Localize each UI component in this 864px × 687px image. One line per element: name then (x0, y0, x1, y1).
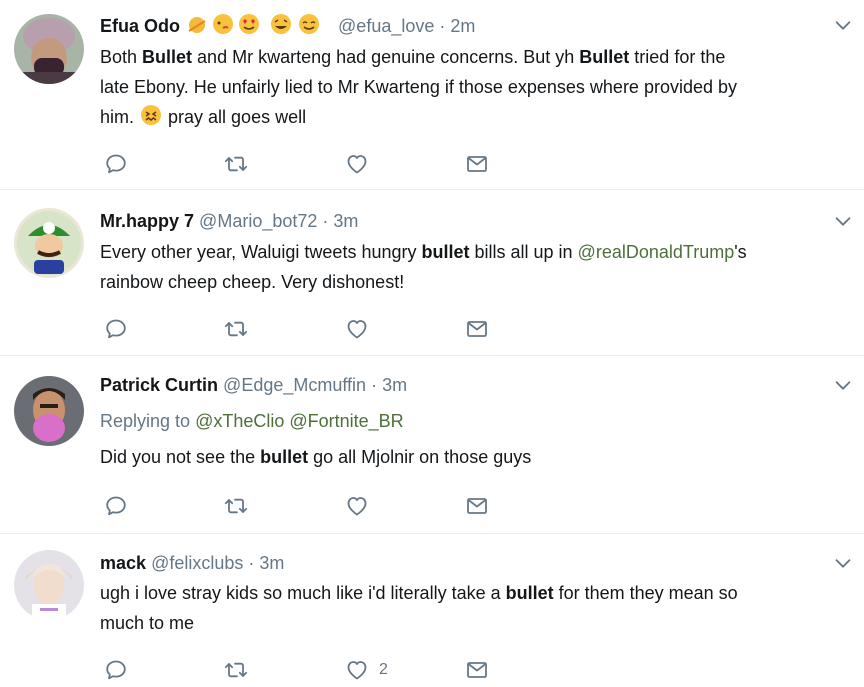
like-button[interactable] (345, 150, 379, 178)
tweet-text: ugh i love stray kids so much like i'd l… (100, 583, 738, 633)
retweet-button[interactable] (224, 656, 248, 684)
display-name[interactable]: Patrick Curtin (100, 375, 218, 395)
like-button[interactable]: 2 (345, 656, 388, 684)
retweet-icon (224, 152, 248, 176)
timestamp[interactable]: 3m (259, 553, 284, 573)
reply-icon (104, 152, 128, 176)
tweet-actions (100, 315, 520, 343)
heart-icon (345, 152, 369, 176)
tweet-header: Patrick Curtin @Edge_Mcmuffin · 3m (100, 375, 408, 395)
emoji-icons (185, 12, 333, 43)
avatar[interactable] (14, 376, 84, 446)
retweet-icon (224, 317, 248, 341)
tweet[interactable]: mack @felixclubs · 3m ugh i love stray k… (0, 534, 864, 687)
dm-button[interactable] (465, 492, 489, 520)
like-button[interactable] (345, 315, 379, 343)
avatar[interactable] (14, 14, 84, 84)
envelope-icon (465, 658, 489, 682)
replying-to: Replying to @xTheClio @Fortnite_BR (100, 411, 404, 431)
display-name[interactable]: Mr.happy 7 (100, 211, 194, 231)
tweet-actions (100, 492, 520, 520)
envelope-icon (465, 494, 489, 518)
heart-icon (345, 494, 369, 518)
tweet-text: Both Bullet and Mr kwarteng had genuine … (100, 42, 850, 136)
like-button[interactable] (345, 492, 379, 520)
retweet-button[interactable] (224, 315, 248, 343)
retweet-icon (224, 494, 248, 518)
mention-link[interactable]: @Fortnite_BR (289, 411, 403, 431)
dm-button[interactable] (465, 656, 489, 684)
display-name[interactable]: mack (100, 553, 146, 573)
handle[interactable]: @efua_love (338, 16, 434, 36)
timestamp[interactable]: 3m (382, 375, 407, 395)
avatar[interactable] (14, 550, 84, 620)
tweet[interactable]: Mr.happy 7 @Mario_bot72 · 3m Every other… (0, 190, 864, 356)
timestamp[interactable]: 2m (450, 16, 475, 36)
tweet-header: Mr.happy 7 @Mario_bot72 · 3m (100, 211, 359, 231)
envelope-icon (465, 317, 489, 341)
timestamp[interactable]: 3m (333, 211, 358, 231)
reply-button[interactable] (104, 315, 128, 343)
avatar[interactable] (14, 208, 84, 278)
tweet-actions: 2 (100, 656, 520, 684)
chevron-down-icon[interactable] (832, 374, 854, 396)
heart-icon (345, 317, 369, 341)
chevron-down-icon[interactable] (832, 14, 854, 36)
reply-icon (104, 317, 128, 341)
confounded-face-icon (139, 103, 163, 136)
dm-button[interactable] (465, 150, 489, 178)
tweet[interactable]: Efua Odo @efua_love · 2m Both Bullet and… (0, 0, 864, 190)
heart-icon (345, 658, 369, 682)
handle[interactable]: @felixclubs (151, 553, 243, 573)
retweet-button[interactable] (224, 150, 248, 178)
mention-link[interactable]: @xTheClio (195, 411, 284, 431)
reply-icon (104, 658, 128, 682)
dm-button[interactable] (465, 315, 489, 343)
tweet-text: Did you not see the bullet go all Mjolni… (100, 447, 532, 467)
reply-button[interactable] (104, 656, 128, 684)
tweet-actions (100, 150, 520, 178)
display-name[interactable]: Efua Odo (100, 16, 180, 36)
handle[interactable]: @Mario_bot72 (199, 211, 317, 231)
retweet-button[interactable] (224, 492, 248, 520)
tweet-header: Efua Odo @efua_love · 2m (100, 12, 824, 38)
tweet-text: Every other year, Waluigi tweets hungry … (100, 242, 747, 292)
tweet[interactable]: Patrick Curtin @Edge_Mcmuffin · 3m Reply… (0, 356, 864, 534)
like-count: 2 (379, 661, 388, 678)
reply-button[interactable] (104, 150, 128, 178)
reply-button[interactable] (104, 492, 128, 520)
envelope-icon (465, 152, 489, 176)
mention-link[interactable]: @realDonaldTrump (578, 242, 735, 262)
retweet-icon (224, 658, 248, 682)
reply-icon (104, 494, 128, 518)
handle[interactable]: @Edge_Mcmuffin (223, 375, 366, 395)
chevron-down-icon[interactable] (832, 210, 854, 232)
tweet-header: mack @felixclubs · 3m (100, 553, 285, 573)
chevron-down-icon[interactable] (832, 552, 854, 574)
